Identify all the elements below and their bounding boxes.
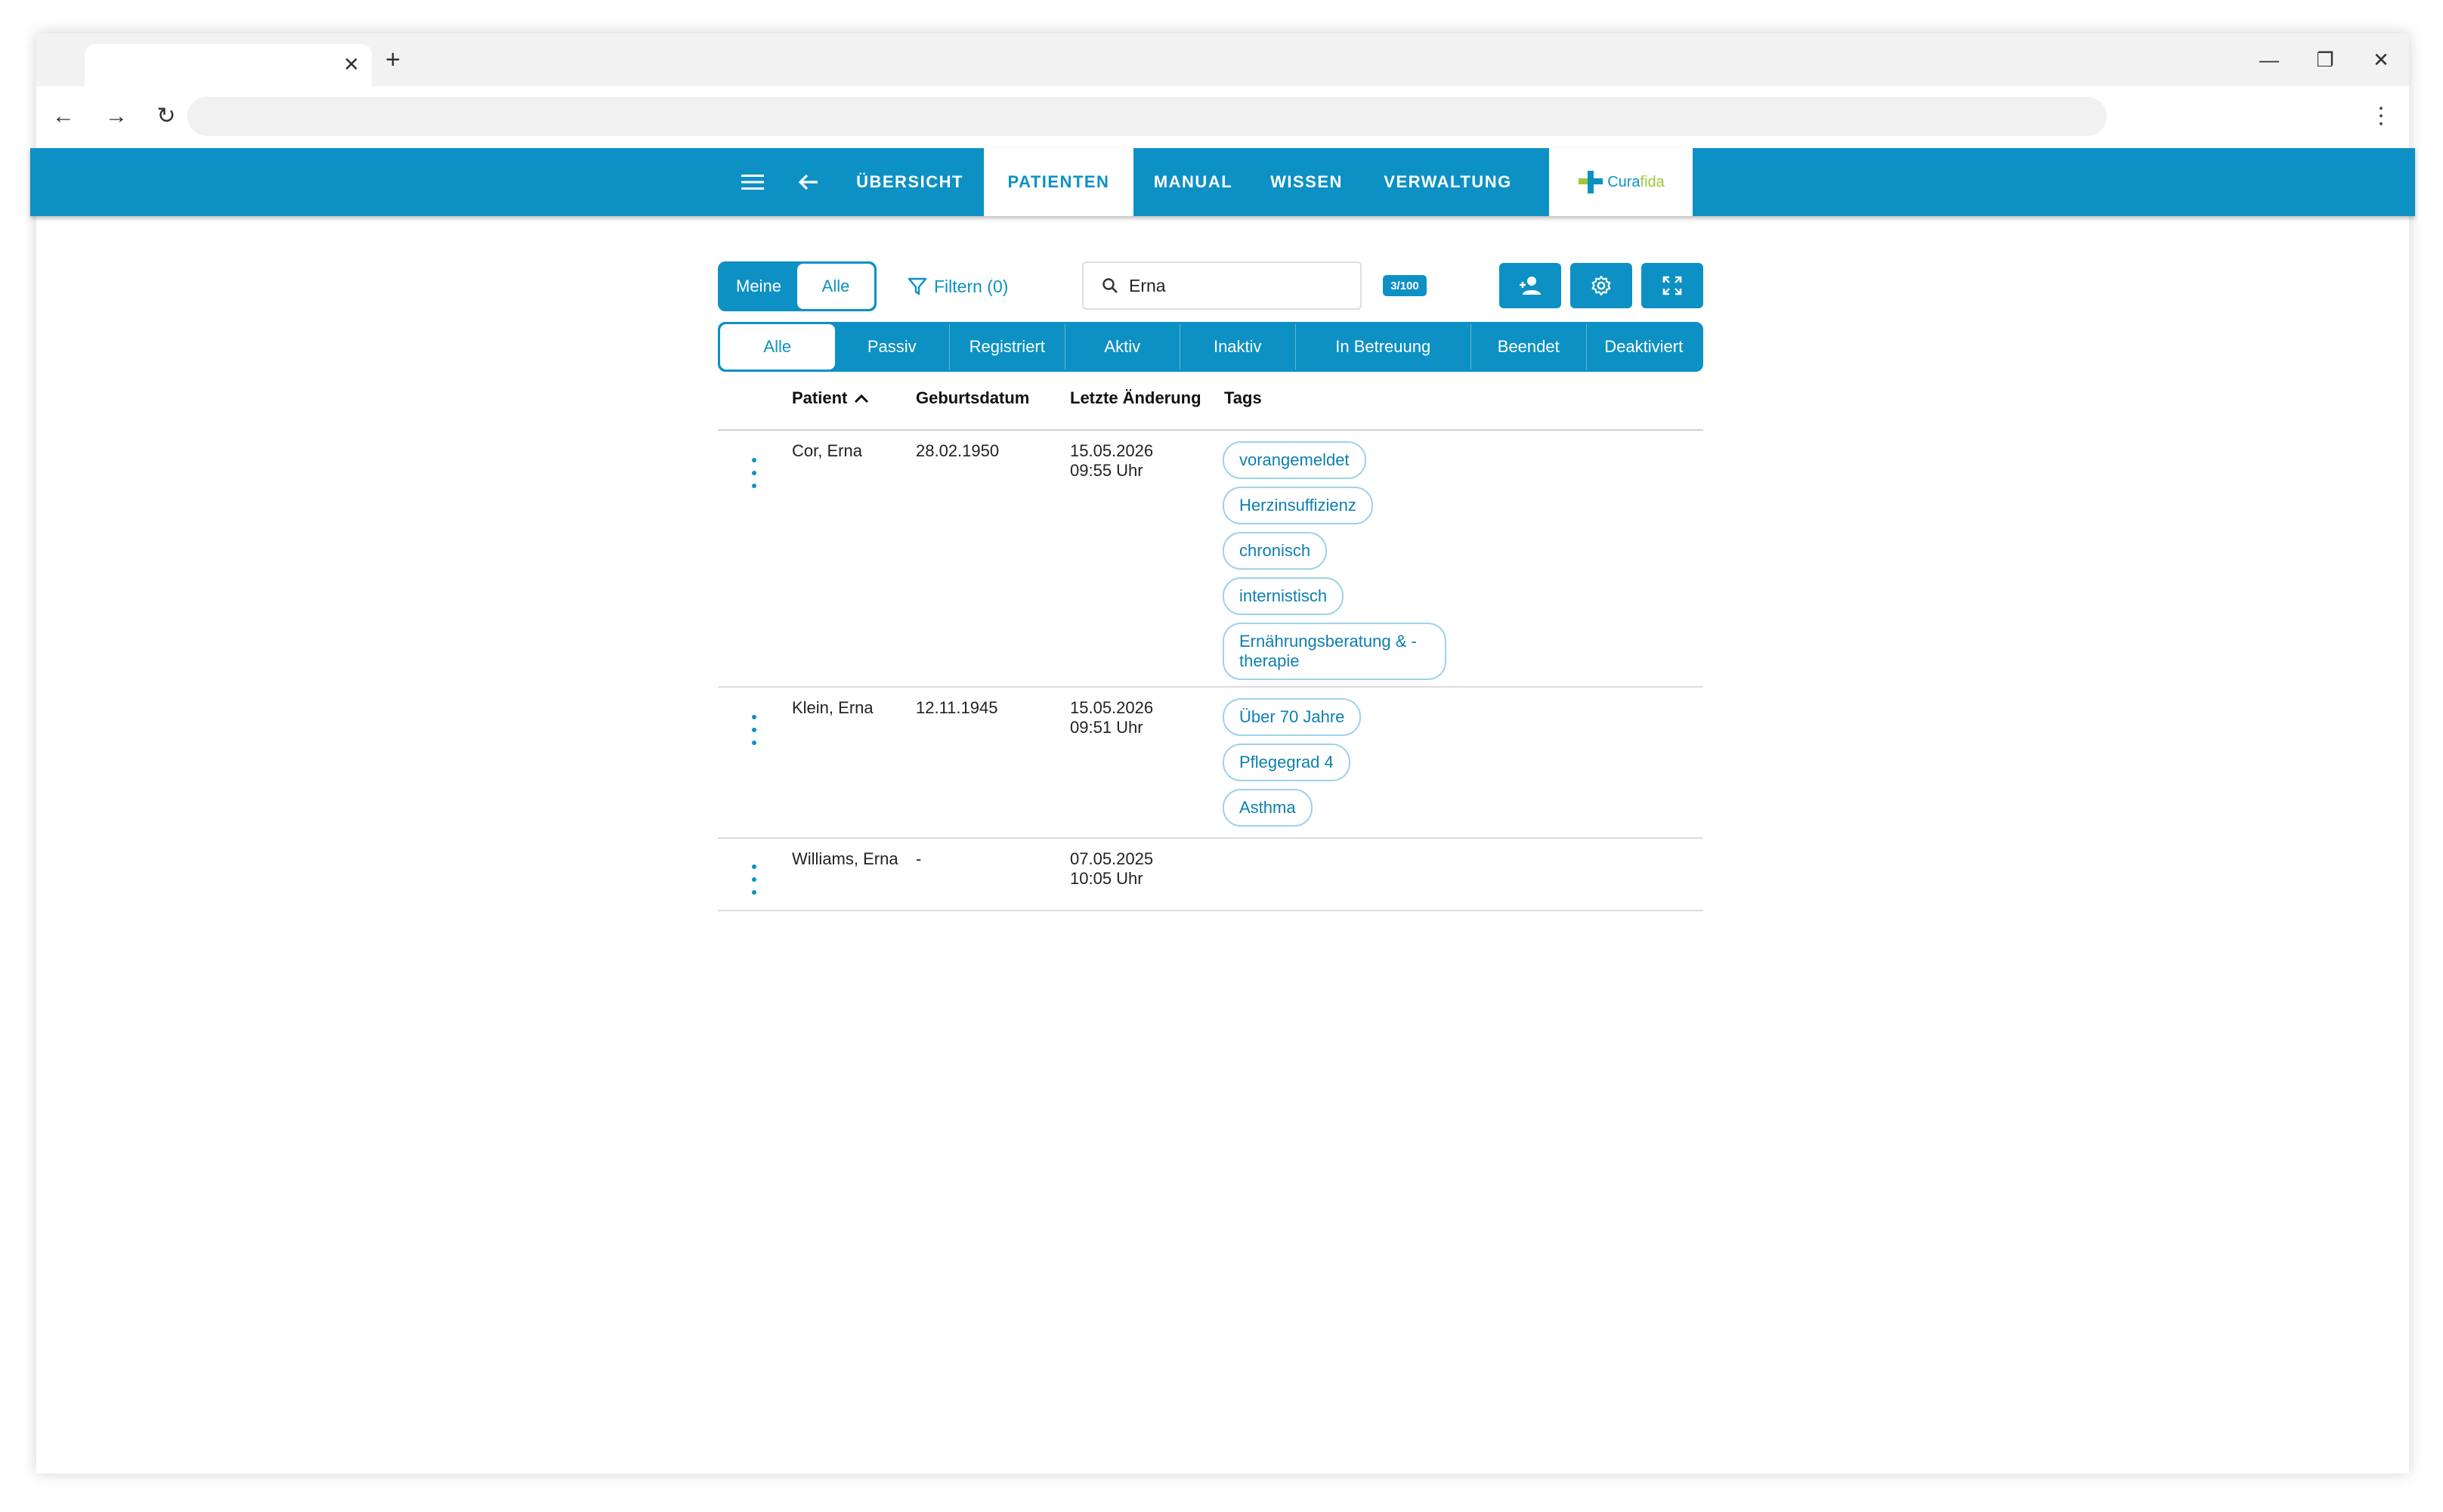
tag-chip[interactable]: Herzinsuffizienz	[1223, 487, 1373, 524]
close-tab-icon[interactable]: ✕	[340, 53, 363, 76]
close-window-icon[interactable]: ✕	[2368, 47, 2394, 73]
status-tab-aktiv[interactable]: Aktiv	[1064, 324, 1180, 369]
nav-wissen[interactable]: WISSEN	[1259, 148, 1354, 216]
sort-ascending-icon	[855, 394, 869, 404]
status-tab-passiv[interactable]: Passiv	[835, 324, 950, 369]
patient-name[interactable]: Klein, Erna	[792, 698, 874, 718]
tag-chip[interactable]: vorangemeldet	[1223, 441, 1366, 479]
toggle-alle[interactable]: Alle	[797, 264, 874, 309]
search-input[interactable]	[1129, 275, 1341, 296]
tag-list: Über 70 Jahre Pflegegrad 4 Asthma	[1223, 698, 1362, 827]
filter-icon	[908, 277, 927, 295]
result-count-badge: 3/100	[1383, 275, 1427, 296]
browser-menu-icon[interactable]: ⋮	[2370, 101, 2392, 131]
tag-chip[interactable]: Pflegegrad 4	[1223, 744, 1350, 781]
birth-date: -	[916, 849, 922, 868]
hamburger-menu-icon[interactable]	[730, 148, 775, 216]
column-header-tags: Tags	[1224, 388, 1262, 407]
browser-tabbar: ✕ + — ❐ ✕	[36, 33, 2409, 86]
search-field[interactable]	[1082, 261, 1362, 310]
back-arrow-icon[interactable]	[786, 148, 831, 216]
tag-chip[interactable]: chronisch	[1223, 532, 1328, 570]
forward-icon[interactable]: →	[101, 101, 131, 131]
status-tab-registriert[interactable]: Registriert	[949, 324, 1065, 369]
browser-tab[interactable]: ✕	[85, 44, 372, 86]
filter-button[interactable]: Filtern (0)	[907, 271, 1008, 302]
birth-date: 12.11.1945	[916, 698, 998, 717]
back-icon[interactable]: ←	[48, 101, 79, 131]
status-tab-beendet[interactable]: Beendet	[1470, 324, 1586, 369]
nav-verwaltung[interactable]: VERWALTUNG	[1369, 148, 1526, 216]
column-header-last-change[interactable]: Letzte Änderung	[1070, 388, 1201, 408]
status-filter-tabs: Alle Passiv Registriert Aktiv Inaktiv In…	[718, 322, 1703, 372]
reload-icon[interactable]: ↻	[151, 101, 181, 131]
logo-text-fida: fida	[1640, 173, 1665, 190]
patient-name[interactable]: Cor, Erna	[792, 441, 862, 461]
add-user-icon	[1520, 277, 1541, 295]
toggle-meine[interactable]: Meine	[720, 264, 797, 309]
patient-table: Patient Geburtsdatum Letzte Änderung Tag…	[718, 378, 1703, 911]
table-row[interactable]: Williams, Erna - 07.05.2025 10:05 Uhr	[718, 839, 1703, 911]
logo-text-cura: Cura	[1607, 173, 1641, 190]
table-header: Patient Geburtsdatum Letzte Änderung Tag…	[718, 378, 1703, 431]
restore-icon[interactable]: ❐	[2312, 47, 2338, 73]
birth-date: 28.02.1950	[916, 441, 1000, 460]
fullscreen-button[interactable]	[1641, 263, 1703, 308]
last-change: 15.05.2026 09:51 Uhr	[1070, 698, 1154, 737]
expand-icon	[1662, 276, 1682, 295]
row-menu-icon[interactable]	[747, 864, 762, 895]
tag-chip[interactable]: Asthma	[1223, 789, 1313, 827]
logo-cross-icon	[1579, 171, 1603, 193]
minimize-icon[interactable]: —	[2256, 47, 2282, 73]
column-header-patient[interactable]: Patient	[792, 388, 870, 408]
scope-toggle: Meine Alle	[718, 261, 877, 311]
tag-chip[interactable]: Ernährungsberatung & -therapie	[1223, 623, 1446, 680]
filter-label: Filtern (0)	[934, 276, 1009, 296]
curafida-logo[interactable]: Curafida	[1549, 148, 1693, 216]
tag-list: vorangemeldet Herzinsuffizienz chronisch…	[1223, 441, 1446, 680]
status-tab-inaktiv[interactable]: Inaktiv	[1180, 324, 1295, 369]
table-row[interactable]: Cor, Erna 28.02.1950 15.05.2026 09:55 Uh…	[718, 431, 1703, 688]
url-bar[interactable]	[187, 97, 2107, 136]
tag-chip[interactable]: Über 70 Jahre	[1223, 698, 1362, 736]
status-tab-alle[interactable]: Alle	[720, 324, 835, 369]
status-tab-in-betreuung[interactable]: In Betreuung	[1294, 324, 1471, 369]
app-header: ÜBERSICHT PATIENTEN MANUAL WISSEN VERWAL…	[30, 148, 2415, 216]
add-patient-button[interactable]	[1499, 263, 1561, 308]
column-header-birthdate[interactable]: Geburtsdatum	[916, 388, 1029, 408]
window-controls: — ❐ ✕	[2256, 47, 2394, 73]
gear-icon	[1591, 275, 1611, 296]
settings-button[interactable]	[1570, 263, 1632, 308]
last-change: 15.05.2026 09:55 Uhr	[1070, 441, 1154, 480]
search-icon	[1102, 278, 1118, 293]
tag-chip[interactable]: internistisch	[1223, 577, 1344, 615]
patient-name[interactable]: Williams, Erna	[792, 849, 898, 869]
status-tab-deaktiviert[interactable]: Deaktiviert	[1585, 324, 1702, 369]
nav-uebersicht[interactable]: ÜBERSICHT	[846, 148, 973, 216]
row-menu-icon[interactable]	[747, 458, 762, 488]
nav-patienten[interactable]: PATIENTEN	[984, 148, 1133, 216]
new-tab-icon[interactable]: +	[385, 47, 400, 73]
last-change: 07.05.2025 10:05 Uhr	[1070, 849, 1154, 888]
row-menu-icon[interactable]	[747, 715, 762, 745]
table-row[interactable]: Klein, Erna 12.11.1945 15.05.2026 09:51 …	[718, 688, 1703, 839]
nav-manual[interactable]: MANUAL	[1138, 148, 1248, 216]
browser-addressbar: ← → ↻ ⋮	[36, 86, 2409, 147]
